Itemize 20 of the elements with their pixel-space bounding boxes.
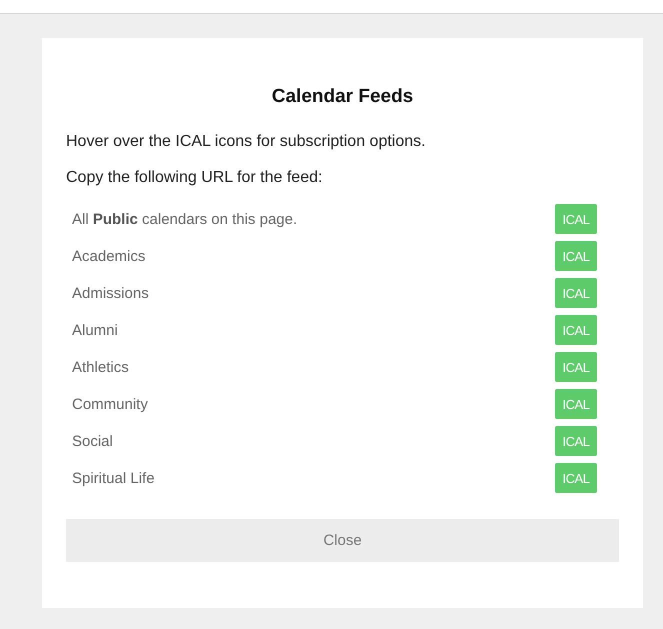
ical-button[interactable]: ICAL <box>555 426 597 456</box>
instruction-text: Hover over the ICAL icons for subscription options. <box>66 132 427 152</box>
dialog-title: Calendar Feeds <box>270 86 414 108</box>
ical-button[interactable]: ICAL <box>555 204 597 234</box>
ical-button[interactable]: ICAL <box>555 278 597 308</box>
calendar-name: Admissions <box>72 284 149 302</box>
ical-button[interactable]: ICAL <box>555 241 597 271</box>
instruction-text: Copy the following URL for the feed: <box>66 168 324 188</box>
calendar-name: Social <box>72 432 113 450</box>
ical-button[interactable]: ICAL <box>555 463 597 493</box>
calendar-name: Academics <box>72 248 146 264</box>
calendar-name: Community <box>72 396 148 412</box>
ical-button[interactable]: ICAL <box>555 352 597 382</box>
ical-button[interactable]: ICAL <box>555 389 597 419</box>
ical-button[interactable]: ICAL <box>555 315 597 345</box>
calendar-name: Spiritual Life <box>72 470 155 486</box>
calendar-name: Athletics <box>72 358 129 376</box>
calendar-name: Alumni <box>72 322 118 338</box>
close-button[interactable]: Close <box>66 519 619 562</box>
calendar-name: All Public calendars on this page. <box>72 210 298 228</box>
